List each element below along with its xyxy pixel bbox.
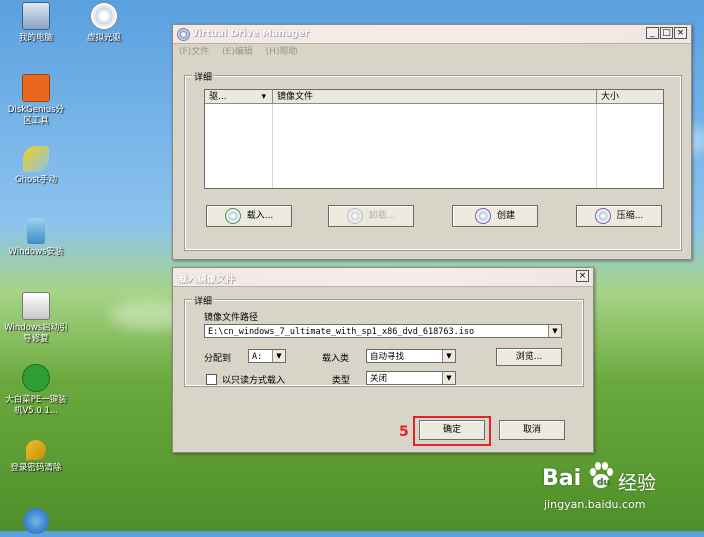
paw-icon: du (588, 462, 614, 490)
load-type-select[interactable]: 自动寻找 ▼ (366, 349, 456, 363)
dialog-title-bar[interactable]: 载入镜像文件 × (173, 268, 593, 287)
virtual-drive-icon (90, 2, 118, 30)
load-type-label: 载入类 (322, 354, 350, 364)
watermark-url: jingyan.baidu.com (544, 498, 646, 511)
chevron-down-icon[interactable]: ▼ (548, 325, 561, 337)
load-image-dialog: 载入镜像文件 × 详细 镜像文件路径 E:\cn_windows_7_ultim… (172, 267, 594, 453)
key-icon (26, 440, 46, 460)
dialog-title: 载入镜像文件 (178, 274, 236, 285)
menu-help[interactable]: (H)帮助 (266, 47, 298, 57)
details-group: 详细 驱... ▾ 镜像文件 大小 载入... 卸载... 创建 压缩... (184, 70, 682, 251)
desktop-icon-label: Windows启动引导修复 (4, 323, 68, 344)
group-label: 详细 (192, 70, 215, 83)
chevron-down-icon[interactable]: ▼ (442, 350, 455, 362)
path-label: 镜像文件路径 (204, 313, 259, 323)
unload-disc-icon (346, 207, 363, 224)
image-path-combobox[interactable]: E:\cn_windows_7_ultimate_with_sp1_x86_dv… (204, 324, 562, 338)
readonly-label: 以只读方式载入 (222, 376, 286, 386)
compress-disc-icon (594, 207, 611, 224)
desktop-icon-windows-install[interactable]: Windows安装 (4, 218, 68, 258)
desktop-icon-boot-repair[interactable]: Windows启动引导修复 (4, 292, 68, 345)
title-bar[interactable]: Virtual Drive Manager _ □ × (173, 25, 691, 44)
window-title: Virtual Drive Manager (191, 28, 310, 39)
create-button[interactable]: 创建 (452, 205, 538, 227)
cancel-button[interactable]: 取消 (499, 420, 565, 440)
unload-button[interactable]: 卸载... (328, 205, 414, 227)
compress-button[interactable]: 压缩... (576, 205, 662, 227)
column-header-size[interactable]: 大小 (597, 90, 663, 104)
watermark-brand2: 经验 (618, 472, 657, 494)
chevron-down-icon[interactable]: ▼ (442, 372, 455, 384)
disc-icon (177, 28, 190, 41)
desktop-icon-label: 登录密码清除 (10, 463, 62, 473)
desktop-icon-my-computer[interactable]: 我的电脑 (4, 2, 68, 44)
diskgenius-icon (22, 74, 50, 102)
ghost-icon (23, 146, 49, 172)
desktop-icon-label: DiskGenius分区工具 (7, 105, 65, 126)
desktop-icon-label: Ghost手动 (15, 175, 57, 185)
desktop-icon-dabaicai[interactable]: 大白菜PE一键装机V5.0.1... (4, 364, 68, 417)
column-header-drive[interactable]: 驱... ▾ (205, 90, 273, 104)
readonly-checkbox[interactable] (206, 374, 217, 385)
desktop-icon-ghost[interactable]: Ghost手动 (4, 146, 68, 186)
virtual-drive-manager-window: Virtual Drive Manager _ □ × (F)文件 (E)编辑 … (172, 24, 692, 260)
type-label: 类型 (332, 376, 351, 386)
baidu-watermark: Bai du 经验 jingyan.baidu.com (540, 462, 700, 522)
desktop-icon-virtual-drive[interactable]: 虚拟光驱 (72, 2, 136, 44)
type-select[interactable]: 关闭 ▼ (366, 371, 456, 385)
svg-text:du: du (597, 478, 610, 488)
desktop-icon-label: 我的电脑 (18, 33, 53, 43)
create-disc-icon (474, 207, 491, 224)
drive-select[interactable]: A: ▼ (248, 349, 286, 363)
watermark-brand: Bai (542, 466, 582, 491)
dabaicai-installer-icon (22, 364, 50, 392)
load-button[interactable]: 载入... (206, 205, 292, 227)
windows-install-icon (27, 218, 45, 244)
dialog-details-group: 详细 镜像文件路径 E:\cn_windows_7_ultimate_with_… (184, 294, 584, 387)
minimize-button[interactable]: _ (646, 27, 659, 39)
globe-icon (23, 508, 49, 534)
image-table[interactable]: 驱... ▾ 镜像文件 大小 (204, 89, 664, 189)
desktop-icon-password-clear[interactable]: 登录密码清除 (4, 440, 68, 474)
desktop-icon-partial[interactable] (4, 508, 68, 537)
boot-repair-icon (22, 292, 50, 320)
chevron-down-icon[interactable]: ▼ (272, 350, 285, 362)
close-button[interactable]: × (674, 27, 687, 39)
desktop-icon-label: 大白菜PE一键装机V5.0.1... (5, 395, 67, 416)
load-disc-icon (224, 207, 241, 224)
group-label: 详细 (192, 294, 215, 307)
my-computer-icon (22, 2, 50, 30)
menu-file[interactable]: (F)文件 (179, 47, 209, 57)
menu-edit[interactable]: (E)编辑 (222, 47, 253, 57)
desktop-icon-label: 虚拟光驱 (86, 33, 121, 43)
ok-button[interactable]: 确定 (419, 420, 485, 440)
maximize-button[interactable]: □ (660, 27, 673, 39)
drive-label: 分配到 (204, 354, 232, 364)
desktop-icon-diskgenius[interactable]: DiskGenius分区工具 (4, 74, 68, 127)
browse-button[interactable]: 浏览... (496, 348, 562, 366)
menu-bar: (F)文件 (E)编辑 (H)帮助 (173, 44, 691, 60)
column-header-image[interactable]: 镜像文件 (273, 90, 597, 104)
dialog-close-button[interactable]: × (576, 270, 589, 282)
desktop-icon-label: Windows安装 (8, 247, 64, 257)
step-number: 5 (399, 424, 409, 440)
